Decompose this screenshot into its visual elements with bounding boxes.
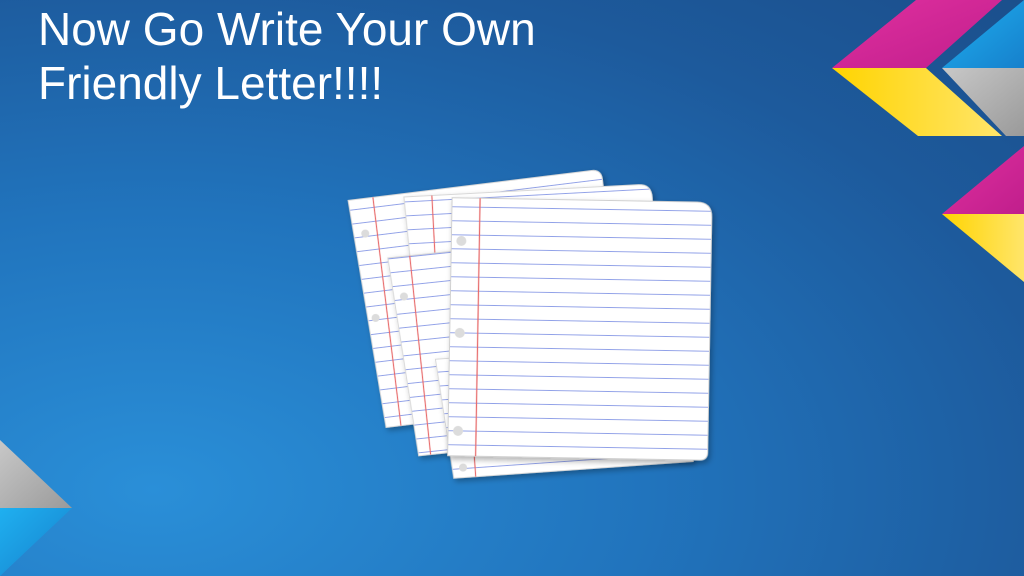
slide-title: Now Go Write Your Own Friendly Letter!!!…	[38, 2, 536, 110]
cyan-shard-left	[0, 508, 72, 576]
bottom-left-chevron-decoration	[0, 440, 72, 576]
gray-shard-left	[0, 440, 72, 508]
slide-title-line-2: Friendly Letter!!!!	[38, 57, 384, 109]
top-right-chevron-decoration	[832, 0, 1024, 282]
magenta-shard-lower	[942, 146, 1024, 214]
slide-title-line-1: Now Go Write Your Own	[38, 3, 536, 55]
lined-paper-stack-icon	[347, 169, 713, 479]
yellow-shard-lower	[942, 214, 1024, 282]
slide: Now Go Write Your Own Friendly Letter!!!…	[0, 0, 1024, 576]
paper-sheet-front	[447, 197, 713, 461]
